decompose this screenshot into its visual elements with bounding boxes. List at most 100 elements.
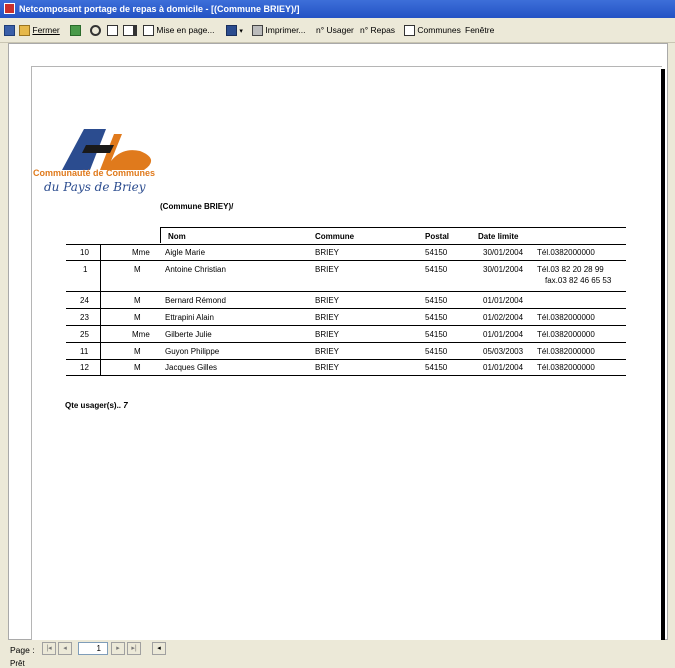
header-top-line — [160, 227, 626, 228]
row-civility: Mme — [132, 330, 150, 339]
header-left-border — [160, 227, 161, 243]
row-postal: 54150 — [425, 296, 448, 305]
communes-button[interactable]: Communes — [404, 23, 461, 37]
first-page-button[interactable]: |◂ — [42, 642, 56, 655]
row-name: Gilberte Julie — [165, 330, 212, 339]
row-civility: Mme — [132, 248, 150, 257]
row-postal: 54150 — [425, 363, 448, 372]
word-icon — [226, 25, 237, 37]
pays-de-briey-logo — [62, 129, 152, 170]
one-page-icon[interactable] — [107, 23, 118, 37]
row-commune: BRIEY — [315, 330, 340, 339]
rule-6 — [66, 359, 626, 360]
rule-4 — [66, 325, 626, 326]
row-civility: M — [134, 313, 141, 322]
report-page: Communauté de Communes du Pays de Briey … — [31, 66, 662, 647]
report-view-icon[interactable] — [4, 23, 15, 37]
row-name: Guyon Philippe — [165, 347, 220, 356]
column-header-postal: Postal — [425, 232, 450, 241]
row-commune: BRIEY — [315, 347, 340, 356]
row-commune: BRIEY — [315, 296, 340, 305]
row-date: 30/01/2004 — [483, 265, 524, 274]
row-civility: M — [134, 265, 141, 274]
row-name: Aigle Marie — [165, 248, 206, 257]
row-commune: BRIEY — [315, 363, 340, 372]
row-phone: Tél.0382000000 — [537, 330, 595, 339]
logo-text-line1: Communauté de Communes — [33, 168, 156, 178]
book-icon — [143, 25, 154, 37]
row-name: Antoine Christian — [165, 265, 226, 274]
rule-2 — [66, 291, 626, 292]
row-date: 01/02/2004 — [483, 313, 524, 322]
row-num: 10 — [80, 248, 89, 257]
row-name: Bernard Rémond — [165, 296, 226, 305]
word-export-button[interactable]: ▾ — [226, 23, 243, 37]
logo-text-line2: du Pays de Briey — [44, 180, 146, 194]
printer-icon — [252, 25, 263, 37]
row-postal: 54150 — [425, 265, 448, 274]
page-number-input[interactable]: 1 — [78, 642, 108, 655]
meal-number-button[interactable]: n° Repas — [360, 23, 395, 37]
row-phone: Tél.0382000000 — [537, 313, 595, 322]
previous-page-button[interactable]: ◂ — [58, 642, 72, 655]
last-page-button[interactable]: ▸| — [127, 642, 141, 655]
commune-header: (Commune BRIEY)/ — [160, 202, 234, 211]
row-commune: BRIEY — [315, 248, 340, 257]
row-num: 24 — [80, 296, 89, 305]
scroll-left-button[interactable]: ◂ — [152, 642, 166, 655]
folder-close-icon — [19, 25, 30, 37]
row-num: 23 — [80, 313, 89, 322]
page-shadow — [661, 69, 665, 646]
next-page-button[interactable]: ▸ — [111, 642, 125, 655]
close-button[interactable]: Fermer — [19, 23, 60, 37]
list-icon — [404, 25, 415, 37]
status-text: Prêt — [10, 659, 25, 668]
row-num: 11 — [80, 347, 89, 356]
row-name: Jacques Gilles — [165, 363, 218, 372]
row-postal: 54150 — [425, 313, 448, 322]
row-name: Ettrapini Alain — [165, 313, 214, 322]
page-label: Page : — [10, 645, 35, 655]
row-phone: Tél.0382000000 — [537, 248, 595, 257]
row-date: 05/03/2003 — [483, 347, 524, 356]
rule-0 — [66, 244, 626, 245]
user-count-summary: Qte usager(s).. 7 — [65, 401, 128, 410]
report-preview-area[interactable]: Communauté de Communes du Pays de Briey … — [8, 43, 668, 647]
row-num: 1 — [83, 265, 88, 274]
row-postal: 54150 — [425, 330, 448, 339]
chart-icon[interactable] — [70, 23, 81, 37]
column-divider — [100, 244, 101, 375]
row-phone: Tél.0382000000 — [537, 347, 595, 356]
row-phone: Tél.03 82 20 28 99 — [537, 265, 604, 274]
page-setup-button[interactable]: Mise en page... — [143, 23, 215, 37]
row-postal: 54150 — [425, 248, 448, 257]
rule-1 — [66, 260, 626, 261]
row-civility: M — [134, 363, 141, 372]
row-phone: Tél.0382000000 — [537, 363, 595, 372]
print-button[interactable]: Imprimer... — [252, 23, 306, 37]
row-commune: BRIEY — [315, 265, 340, 274]
window-titlebar: Netcomposant portage de repas à domicile… — [0, 0, 675, 18]
row-date: 01/01/2004 — [483, 330, 524, 339]
row-fax: fax.03 82 46 65 53 — [545, 276, 612, 285]
row-num: 25 — [80, 330, 89, 339]
app-icon — [4, 3, 15, 14]
column-header-date: Date limite — [478, 232, 519, 241]
two-pages-icon[interactable] — [123, 23, 134, 37]
toolbar: Fermer Mise en page... ▾ Imprimer... n° … — [0, 18, 675, 43]
window-menu[interactable]: Fenêtre — [465, 23, 494, 37]
status-bar: Page : |◂ ◂ 1 ▸ ▸| ◂ Prêt — [0, 640, 675, 668]
row-date: 01/01/2004 — [483, 363, 524, 372]
column-header-nom: Nom — [168, 232, 186, 241]
rule-3 — [66, 308, 626, 309]
rule-7 — [66, 375, 626, 376]
row-date: 01/01/2004 — [483, 296, 524, 305]
user-number-button[interactable]: n° Usager — [316, 23, 354, 37]
row-date: 30/01/2004 — [483, 248, 524, 257]
row-postal: 54150 — [425, 347, 448, 356]
zoom-icon[interactable] — [90, 23, 101, 37]
row-civility: M — [134, 296, 141, 305]
row-num: 12 — [80, 363, 89, 372]
rule-5 — [66, 342, 626, 343]
row-civility: M — [134, 347, 141, 356]
